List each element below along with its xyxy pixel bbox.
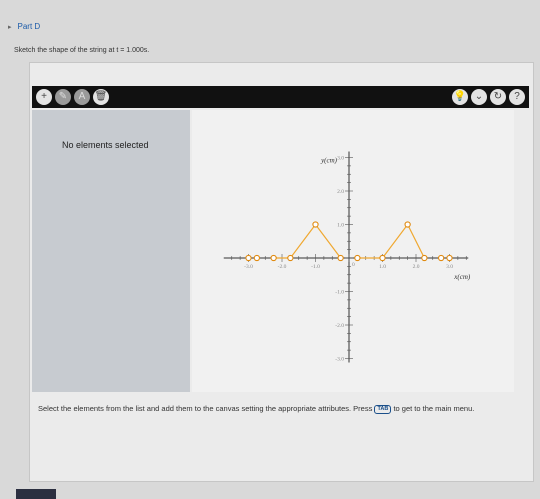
- submit-button[interactable]: [16, 489, 56, 499]
- y-tick-label: 1.0: [337, 223, 344, 229]
- point-marker: [287, 254, 294, 262]
- string-segment: [357, 223, 425, 259]
- help-button[interactable]: ?: [509, 89, 525, 105]
- reset-button[interactable]: ↻: [490, 89, 506, 105]
- y-axis-label: y(cm): [320, 157, 338, 165]
- point-marker: [253, 254, 261, 262]
- hint-button[interactable]: 💡: [452, 89, 468, 105]
- part-title: Part D: [17, 22, 41, 31]
- x-tick-label: -3.0: [244, 264, 253, 270]
- x-tick-label: -1.0: [311, 264, 320, 270]
- instructions-text-before: Select the elements from the list and ad…: [38, 404, 373, 413]
- graph-svg[interactable]: -3.0 -2.0 -1.0 1.0 2.0 3.0 3.0 2.0 1.0 -1.0 -2.0 -3…: [192, 110, 514, 392]
- point-marker: [245, 254, 252, 262]
- pen-tool-button[interactable]: ✎: [55, 89, 71, 105]
- point-marker: [337, 254, 344, 262]
- point-marker: [404, 221, 411, 228]
- point-marker: [270, 254, 277, 262]
- point-marker: [379, 254, 386, 262]
- point-marker: [354, 254, 361, 262]
- y-tick-label: -2.0: [335, 323, 344, 329]
- menu-button[interactable]: ⌄: [471, 89, 487, 105]
- toolbar-left-group: + ✎ A 🗑: [36, 89, 109, 105]
- x-tick-label: 3.0: [446, 264, 453, 270]
- toolbar: + ✎ A 🗑 💡 ⌄ ↻?: [32, 86, 529, 108]
- instructions: Select the elements from the list and ad…: [38, 403, 518, 415]
- x-axis-label: x(cm): [453, 273, 471, 281]
- instructions-text-after: to get to the main menu.: [393, 404, 475, 413]
- part-header[interactable]: ▸ Part D: [8, 22, 40, 31]
- question-prompt: Sketch the shape of the string at t = 1.…: [14, 47, 150, 54]
- point-marker: [312, 221, 319, 228]
- label-tool-button[interactable]: A: [74, 89, 90, 105]
- point-marker: [446, 254, 453, 262]
- add-tool-button[interactable]: +: [36, 89, 52, 105]
- y-tick-label: 2.0: [337, 189, 344, 195]
- y-tick-label: -1.0: [335, 290, 344, 296]
- selection-status: No elements selected: [62, 140, 149, 150]
- point-marker: [421, 254, 428, 262]
- toolbar-right-group: 💡 ⌄ ↻?: [452, 89, 525, 105]
- element-list-pane[interactable]: No elements selected: [32, 110, 190, 392]
- string-segment: [273, 223, 342, 259]
- caret-right-icon: ▸: [8, 23, 12, 31]
- y-tick-label: -3.0: [335, 357, 344, 363]
- origin-label: 0: [352, 262, 355, 268]
- delete-tool-button[interactable]: 🗑: [93, 89, 109, 105]
- x-tick-label: 2.0: [413, 264, 420, 270]
- y-tick-label: 3.0: [337, 156, 344, 162]
- graph-canvas[interactable]: -3.0 -2.0 -1.0 1.0 2.0 3.0 3.0 2.0 1.0 -1.0 -2.0 -3…: [192, 110, 514, 392]
- x-tick-label: -2.0: [278, 264, 287, 270]
- x-tick-label: 1.0: [379, 264, 386, 270]
- point-marker: [437, 254, 445, 262]
- tab-key-badge: TAB: [374, 404, 392, 414]
